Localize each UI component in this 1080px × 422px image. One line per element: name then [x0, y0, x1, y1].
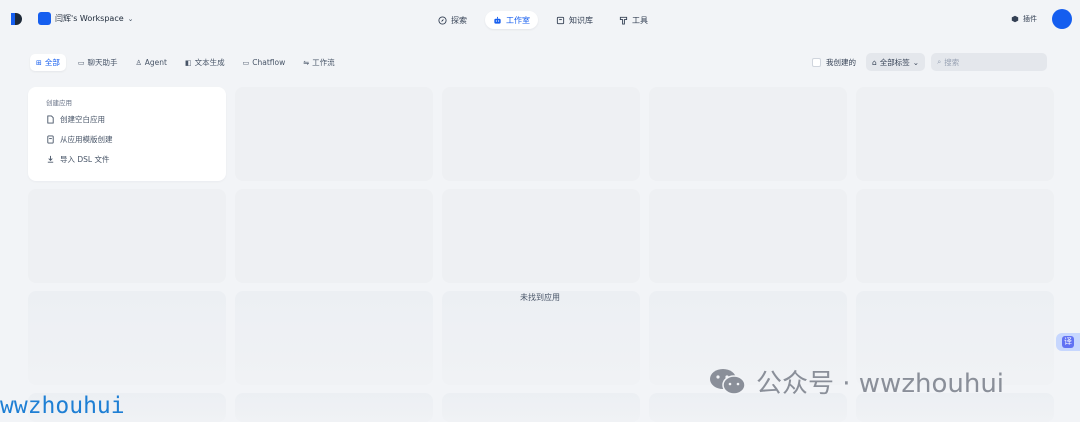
create-app-card: 创建应用 创建空白应用 从应用模版创建 导入 DSL 文件 [28, 87, 226, 181]
app-card-placeholder [28, 189, 226, 283]
create-from-template-label: 从应用模版创建 [60, 135, 113, 144]
search-input[interactable]: ⌕ 搜索 [931, 53, 1048, 71]
book-icon [556, 16, 565, 24]
main-nav: 探索 工作室 知识库 工具 [430, 11, 656, 29]
nav-knowledge-label: 知识库 [569, 15, 593, 25]
import-dsl-label: 导入 DSL 文件 [60, 155, 110, 164]
chevron-down-icon: ⌄ [127, 14, 134, 23]
app-card-placeholder [235, 87, 433, 181]
tag-select-label: 全部标签 [879, 57, 910, 67]
wechat-watermark: 公众号 · wwzhouhui [708, 363, 1004, 400]
import-icon [47, 155, 54, 163]
tab-text-generation-label: 文本生成 [194, 58, 225, 67]
agent-icon: ♙ [135, 58, 142, 67]
create-blank-app-button[interactable]: 创建空白应用 [46, 114, 208, 125]
created-by-me-label: 我创建的 [826, 57, 856, 67]
tab-all[interactable]: ⊞ 全部 [30, 54, 66, 71]
app-card-placeholder [856, 189, 1054, 283]
nav-explore[interactable]: 探索 [430, 11, 475, 29]
text-icon: ◧ [184, 58, 192, 67]
created-by-me-filter[interactable]: 我创建的 [812, 57, 856, 68]
tab-workflow[interactable]: ⇋ 工作流 [297, 54, 340, 71]
nav-studio[interactable]: 工作室 [485, 11, 538, 29]
app-card-placeholder [649, 189, 847, 283]
workflow-icon: ⇋ [303, 58, 310, 67]
translate-icon: 译 [1062, 336, 1074, 348]
tag-select[interactable]: ⌂ 全部标签 ⌄ [866, 53, 926, 71]
app-card-placeholder [235, 393, 433, 422]
watermark-text: 公众号 · wwzhouhui [756, 369, 1005, 399]
workspace-name: 闫辉's Workspace [55, 14, 124, 23]
cube-icon [1011, 15, 1019, 23]
filter-bar: 我创建的 ⌂ 全部标签 ⌄ ⌕ 搜索 [812, 53, 1048, 71]
plugin-label: 插件 [1023, 15, 1037, 23]
template-icon [47, 135, 54, 144]
tab-chatflow[interactable]: ▭ Chatflow [237, 54, 292, 71]
nav-tools-label: 工具 [632, 15, 648, 25]
compass-icon [438, 15, 447, 25]
nav-tools[interactable]: 工具 [611, 11, 656, 29]
translate-button[interactable]: 译 [1056, 333, 1080, 351]
chat-icon: ▭ [77, 58, 85, 67]
chevron-down-icon: ⌄ [912, 57, 920, 67]
user-avatar[interactable] [1052, 9, 1072, 29]
app-card-placeholder [649, 87, 847, 181]
app-card-placeholder [442, 87, 640, 181]
tab-workflow-label: 工作流 [312, 58, 335, 67]
plugin-button[interactable]: 插件 [1011, 14, 1037, 24]
import-dsl-button[interactable]: 导入 DSL 文件 [46, 154, 208, 165]
tab-text-generation[interactable]: ◧ 文本生成 [179, 54, 231, 71]
corner-watermark: wwzhouhui [0, 393, 125, 419]
create-blank-app-label: 创建空白应用 [60, 115, 105, 124]
app-card-placeholder [28, 291, 226, 385]
create-app-title: 创建应用 [46, 99, 72, 107]
nav-studio-label: 工作室 [506, 15, 530, 25]
create-from-template-button[interactable]: 从应用模版创建 [46, 134, 208, 145]
tag-icon: ⌂ [872, 57, 877, 67]
wechat-icon [710, 368, 746, 395]
nav-explore-label: 探索 [451, 15, 467, 25]
app-card-placeholder [856, 87, 1054, 181]
nav-knowledge[interactable]: 知识库 [548, 11, 601, 29]
workspace-switcher[interactable]: 闫辉's Workspace ⌄ [38, 12, 134, 25]
tab-agent[interactable]: ♙ Agent [130, 54, 173, 71]
empty-state-message: 未找到应用 [520, 293, 560, 302]
tab-chatflow-label: Chatflow [252, 58, 286, 67]
tool-icon [619, 16, 628, 25]
created-by-me-checkbox[interactable] [812, 57, 821, 67]
dify-logo[interactable] [10, 12, 22, 26]
tab-all-label: 全部 [44, 58, 60, 67]
app-card-placeholder [235, 189, 433, 283]
app-card-placeholder [235, 291, 433, 385]
app-card-placeholder [442, 189, 640, 283]
grid-icon: ⊞ [36, 58, 42, 67]
workspace-avatar [38, 12, 51, 25]
app-card-placeholder [442, 291, 640, 385]
top-bar: 闫辉's Workspace ⌄ 探索 工作室 知识库 工具 插件 [0, 0, 1080, 38]
chatflow-icon: ▭ [242, 58, 250, 67]
tab-agent-label: Agent [144, 58, 167, 67]
file-plus-icon [47, 115, 54, 124]
search-icon: ⌕ [937, 57, 942, 66]
app-type-tabs: ⊞ 全部 ▭ 聊天助手 ♙ Agent ◧ 文本生成 ▭ Chatflow ⇋ … [30, 54, 341, 71]
app-card-placeholder [442, 393, 640, 422]
search-placeholder: 搜索 [944, 57, 960, 67]
tab-chat-assistant[interactable]: ▭ 聊天助手 [72, 54, 124, 71]
tab-chat-assistant-label: 聊天助手 [87, 58, 118, 67]
robot-icon [494, 16, 501, 24]
